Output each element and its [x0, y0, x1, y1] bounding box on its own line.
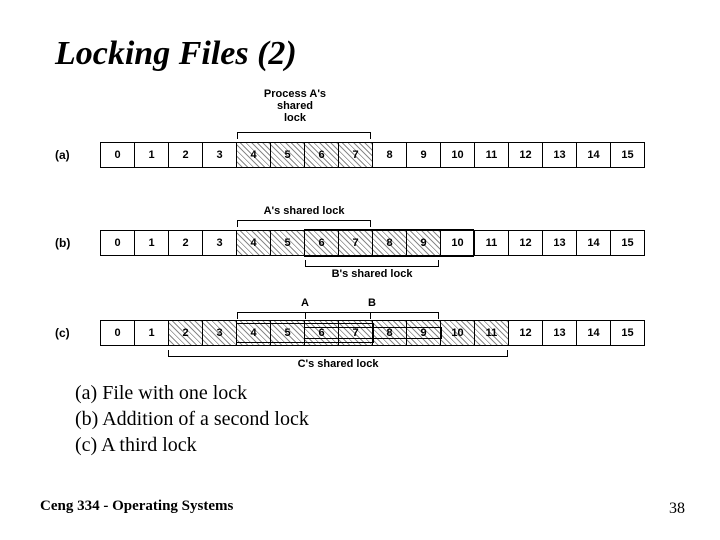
row-c-cell-locked: 9: [407, 320, 441, 346]
row-c-cell: 0: [101, 320, 135, 346]
row-b-cell-locked: 5: [271, 230, 305, 256]
row-c-cell-locked: 3: [203, 320, 237, 346]
row-b-cell: 15: [611, 230, 645, 256]
row-a-cell: 14: [577, 142, 611, 168]
caption-list: (a) File with one lock (b) Addition of a…: [75, 380, 309, 458]
row-a-cell-locked: 4: [237, 142, 271, 168]
row-a-label: (a): [55, 148, 70, 162]
row-a-cell-locked: 6: [305, 142, 339, 168]
row-c-block: (c) 0 1 2 3 4 5 6 7 8 9 10 11 12 13 14 1…: [55, 320, 665, 346]
brace-c-bottom: [168, 348, 508, 357]
row-a-cell: 9: [407, 142, 441, 168]
row-b-cell: 11: [475, 230, 509, 256]
row-b-cell-locked: 7: [339, 230, 373, 256]
row-a-cell: 13: [543, 142, 577, 168]
row-a-cell: 1: [135, 142, 169, 168]
label-process-a: Process A's shared lock: [225, 88, 365, 124]
brace-b-top: [237, 220, 371, 229]
row-c-cell: 15: [611, 320, 645, 346]
footer-page: 38: [669, 500, 685, 518]
row-c-label: (c): [55, 326, 70, 340]
caption-line-b: (b) Addition of a second lock: [75, 406, 309, 432]
row-a-cell: 15: [611, 142, 645, 168]
row-c-cell: 13: [543, 320, 577, 346]
row-a-cell: 0: [101, 142, 135, 168]
row-a-cell: 3: [203, 142, 237, 168]
row-c-cell-locked: 7: [339, 320, 373, 346]
label-a-small: A: [295, 297, 315, 309]
row-b-cell-locked: 9: [407, 230, 441, 256]
row-a-block: (a) 0 1 2 3 4 5 6 7 8 9 10 11 12 13 14 1…: [55, 142, 665, 168]
row-b-cell: 14: [577, 230, 611, 256]
row-a-cell: 8: [373, 142, 407, 168]
label-c-shared: C's shared lock: [168, 358, 508, 370]
row-b-block: (b) 0 1 2 3 4 5 6 7 8 9 10 11 12 13 14 1…: [55, 230, 665, 256]
slide-title: Locking Files (2): [55, 35, 297, 73]
row-a-cells: 0 1 2 3 4 5 6 7 8 9 10 11 12 13 14 15: [100, 142, 645, 168]
row-a-cell: 11: [475, 142, 509, 168]
caption-line-c: (c) A third lock: [75, 432, 309, 458]
row-a-cell: 12: [509, 142, 543, 168]
row-b-cell: 10: [441, 230, 475, 256]
row-a-cell-locked: 7: [339, 142, 373, 168]
row-c-cell: 14: [577, 320, 611, 346]
label-b-shared: B's shared lock: [305, 268, 439, 280]
row-a-cell: 2: [169, 142, 203, 168]
row-b-label: (b): [55, 236, 70, 250]
caption-line-a: (a) File with one lock: [75, 380, 309, 406]
row-c-cell: 12: [509, 320, 543, 346]
row-c-cell-locked: 11: [475, 320, 509, 346]
row-b-cell-locked: 6: [305, 230, 339, 256]
row-b-cell: 0: [101, 230, 135, 256]
footer-course: Ceng 334 - Operating Systems: [40, 498, 233, 515]
row-c-cell-locked: 8: [373, 320, 407, 346]
row-c-cell-locked: 2: [169, 320, 203, 346]
label-b-small: B: [362, 297, 382, 309]
row-a-cell: 10: [441, 142, 475, 168]
row-b-cells: 0 1 2 3 4 5 6 7 8 9 10 11 12 13 14 15: [100, 230, 645, 256]
row-c-cell-locked: 6: [305, 320, 339, 346]
row-b-cell: 2: [169, 230, 203, 256]
row-c-cell: 1: [135, 320, 169, 346]
row-b-cell: 13: [543, 230, 577, 256]
row-b-cell: 3: [203, 230, 237, 256]
row-b-cell-locked: 4: [237, 230, 271, 256]
label-a-shared: A's shared lock: [237, 205, 371, 217]
row-c-cell-locked: 10: [441, 320, 475, 346]
row-b-cell: 1: [135, 230, 169, 256]
brace-b-bottom: [305, 258, 439, 267]
row-c-cell-locked: 4: [237, 320, 271, 346]
brace-a-top: [237, 132, 371, 141]
row-b-cell-locked: 8: [373, 230, 407, 256]
row-a-cell-locked: 5: [271, 142, 305, 168]
row-b-cell: 12: [509, 230, 543, 256]
row-c-cells: 0 1 2 3 4 5 6 7 8 9 10 11 12 13 14 15: [100, 320, 645, 346]
row-c-cell-locked: 5: [271, 320, 305, 346]
